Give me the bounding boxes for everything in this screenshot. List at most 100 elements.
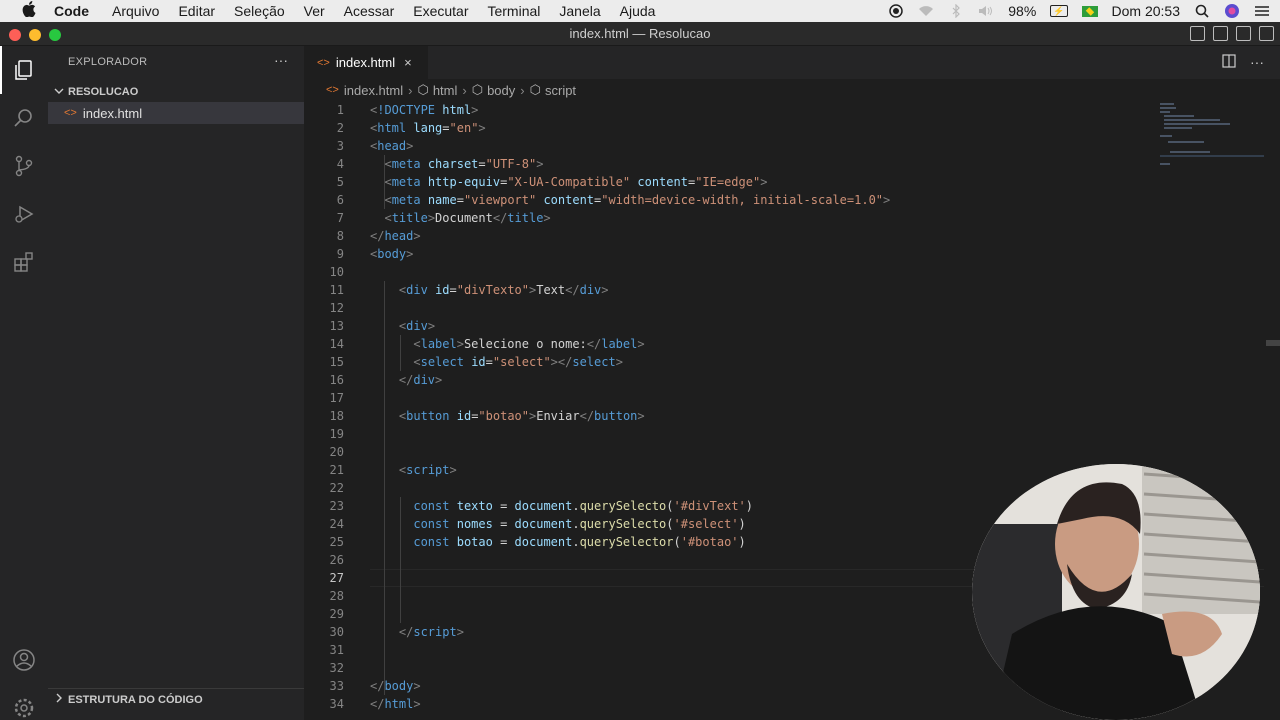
extensions-icon[interactable] — [0, 238, 48, 286]
code-token: button — [406, 409, 450, 423]
chevron-right-icon — [54, 693, 64, 706]
breadcrumb-file[interactable]: index.html — [344, 83, 403, 98]
breadcrumb-html[interactable]: html — [433, 83, 458, 98]
toggle-sidebar-icon[interactable] — [1190, 26, 1205, 41]
line-number: 30 — [329, 625, 344, 639]
line-number: 15 — [329, 355, 344, 369]
bluetooth-icon[interactable] — [948, 3, 964, 19]
code-token: querySelecto — [579, 517, 667, 531]
menu-ajuda[interactable]: Ajuda — [620, 3, 656, 19]
code-line: 6 <meta name="viewport" content="width=d… — [304, 191, 1264, 209]
code-token: "UTF-8" — [485, 157, 537, 171]
menu-arquivo[interactable]: Arquivo — [112, 3, 159, 19]
search-icon[interactable] — [1194, 3, 1210, 19]
close-tab-icon[interactable]: × — [404, 55, 412, 70]
line-number: 2 — [336, 121, 344, 135]
volume-icon[interactable] — [978, 3, 994, 19]
split-editor-icon[interactable] — [1222, 54, 1236, 71]
activity-bar — [0, 46, 48, 720]
menu-janela[interactable]: Janela — [559, 3, 600, 19]
code-token: !DOCTYPE — [377, 103, 436, 117]
line-number: 9 — [336, 247, 344, 261]
apple-icon[interactable] — [20, 1, 38, 21]
code-token: id — [435, 283, 450, 297]
code-line: 5 <meta http-equiv="X-UA-Compatible" con… — [304, 173, 1264, 191]
menu-terminal[interactable]: Terminal — [487, 3, 540, 19]
code-token: meta — [391, 193, 421, 207]
menu-code[interactable]: Code — [54, 3, 89, 19]
code-token: meta — [391, 157, 421, 171]
macos-menu-bar: Code Arquivo Editar Seleção Ver Acessar … — [0, 0, 1280, 22]
editor-tab-bar: <> index.html × ··· — [304, 46, 1280, 79]
line-number: 11 — [329, 283, 344, 297]
toggle-panel-icon[interactable] — [1213, 26, 1228, 41]
file-tree-item-index-html[interactable]: <> index.html — [48, 102, 304, 124]
code-line: 13 <div> — [304, 317, 1264, 335]
wifi-icon[interactable] — [918, 3, 934, 19]
editor-more-actions-icon[interactable]: ··· — [1250, 54, 1264, 71]
line-number: 4 — [336, 157, 344, 171]
menu-executar[interactable]: Executar — [413, 3, 468, 19]
minimap[interactable] — [1160, 101, 1264, 181]
code-token: div — [579, 283, 602, 297]
code-token: lang — [413, 121, 443, 135]
manage-gear-icon[interactable] — [0, 684, 48, 720]
brazil-flag-icon[interactable] — [1081, 5, 1098, 17]
record-icon[interactable] — [888, 3, 904, 19]
account-icon[interactable] — [0, 636, 48, 684]
code-token: html — [442, 103, 472, 117]
line-number: 28 — [329, 589, 344, 603]
code-line: 12 — [304, 299, 1264, 317]
menu-selecao[interactable]: Seleção — [234, 3, 285, 19]
line-number: 14 — [329, 337, 344, 351]
code-line: 11 <div id="divTexto">Text</div> — [304, 281, 1264, 299]
source-control-icon[interactable] — [0, 142, 48, 190]
code-line: 4 <meta charset="UTF-8"> — [304, 155, 1264, 173]
code-token: querySelector — [579, 535, 674, 549]
code-token: id — [456, 409, 472, 423]
line-number: 13 — [329, 319, 344, 333]
html-file-icon: <> — [326, 84, 339, 96]
line-number: 12 — [329, 301, 344, 315]
code-token: "divTexto" — [456, 283, 529, 297]
line-number: 25 — [329, 535, 344, 549]
clock[interactable]: Dom 20:53 — [1112, 3, 1180, 19]
editor-scrollbar[interactable] — [1266, 101, 1280, 720]
line-number: 26 — [329, 553, 344, 567]
menu-ver[interactable]: Ver — [304, 3, 325, 19]
menu-bar-status: 98% ⚡ Dom 20:53 — [888, 0, 1270, 22]
battery-icon[interactable]: ⚡ — [1050, 5, 1068, 17]
customize-layout-icon[interactable] — [1259, 26, 1274, 41]
explorer-more-actions-icon[interactable]: ··· — [274, 52, 288, 68]
breadcrumb-body[interactable]: body — [487, 83, 515, 98]
menu-editar[interactable]: Editar — [178, 3, 215, 19]
scrollbar-thumb[interactable] — [1266, 340, 1280, 346]
code-token: document — [514, 499, 573, 513]
code-token: script — [406, 463, 450, 477]
file-tree-item-label: index.html — [82, 105, 143, 121]
line-number: 23 — [329, 499, 344, 513]
code-line: 14 <label>Selecione o nome:</label> — [304, 335, 1264, 353]
code-line: 7 <title>Document</title> — [304, 209, 1264, 227]
control-center-icon[interactable] — [1254, 3, 1270, 19]
code-token: "viewport" — [463, 193, 537, 207]
search-sidebar-icon[interactable] — [0, 94, 48, 142]
tab-index-html[interactable]: <> index.html × — [304, 46, 428, 79]
window-title: index.html — Resolucao — [569, 26, 711, 41]
run-and-debug-icon[interactable] — [0, 190, 48, 238]
outline-section-header[interactable]: ESTRUTURA DO CÓDIGO — [48, 688, 304, 710]
breadcrumb-separator-icon: › — [520, 82, 525, 98]
siri-icon[interactable] — [1224, 3, 1240, 19]
breadcrumb-separator-icon: › — [462, 82, 467, 98]
workspace-folder-header[interactable]: RESOLUCAO — [48, 82, 304, 102]
toggle-secondary-sidebar-icon[interactable] — [1236, 26, 1251, 41]
breadcrumb-separator-icon: › — [408, 82, 413, 98]
code-token: name — [427, 193, 457, 207]
explorer-icon[interactable] — [0, 46, 48, 94]
breadcrumb-script[interactable]: script — [545, 83, 576, 98]
code-token: content — [543, 193, 595, 207]
element-cube-icon: ⬡ — [417, 82, 429, 97]
code-token: html — [377, 121, 407, 135]
menu-acessar[interactable]: Acessar — [344, 3, 395, 19]
line-number: 10 — [329, 265, 344, 279]
